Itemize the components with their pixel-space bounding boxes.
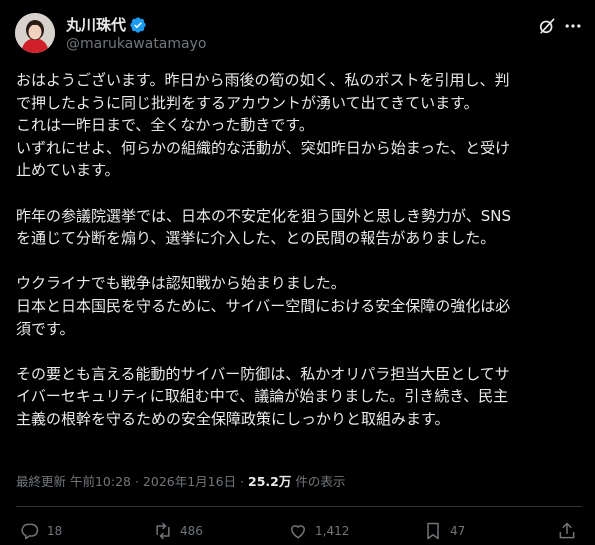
repost-button[interactable]: 486 (153, 521, 203, 541)
reply-button[interactable]: 18 (20, 521, 62, 541)
post-line: 止めています。 (16, 161, 120, 180)
post-line: イバーセキュリティに取組む中で、議論が始まりました。引き続き、民主 (16, 387, 509, 406)
post-text: おはようございます。昨日から雨後の筍の如く、私のポストを引用し、判 で押したよう… (16, 69, 582, 431)
post-line: で押したように同じ批判をするアカウントが湧いて出てきています。 (16, 93, 479, 112)
timestamp[interactable]: 最終更新 午前10:28 · 2026年1月16日 · (16, 474, 248, 489)
post-line: おはようございます。昨日から雨後の筍の如く、私のポストを引用し、判 (16, 71, 510, 89)
avatar[interactable] (15, 13, 55, 53)
post-line: 日本と日本国民を守るために、サイバー空間における安全保障の強化は必 (16, 296, 511, 315)
post-line: 主義の根幹を守るための安全保障政策にしっかりと取組みます。 (16, 409, 450, 428)
bookmark-icon (427, 522, 439, 540)
reply-count: 18 (47, 524, 63, 538)
author-name[interactable]: 丸川珠代 (66, 14, 126, 35)
post-line: ウクライナでも戦争は認知戦から始まりました。 (16, 274, 346, 293)
more-icon[interactable] (563, 16, 583, 36)
like-button[interactable]: 1,412 (288, 521, 349, 541)
bookmark-count: 47 (450, 524, 466, 538)
view-label: 件の表示 (291, 474, 346, 489)
verified-badge-icon (130, 16, 146, 33)
heart-icon (291, 525, 305, 539)
divider (16, 506, 582, 507)
bookmark-button[interactable]: 47 (423, 521, 465, 541)
like-count: 1,412 (315, 524, 350, 538)
post-line: を通じて分断を煽り、選挙に介入した、との民間の報告がありました。 (16, 229, 496, 248)
post-meta: 最終更新 午前10:28 · 2026年1月16日 · 25.2万 件の表示 (16, 471, 345, 490)
post-line: その要とも言える能動的サイバー防御は、私かオリパラ担当大臣としてサ (16, 364, 510, 383)
share-button[interactable] (557, 521, 577, 541)
grok-icon[interactable] (537, 16, 557, 36)
repost-count: 486 (180, 524, 203, 538)
share-icon (559, 522, 575, 539)
post-line: 昨年の参議院選挙では、日本の不安定化を狙う国外と思しき勢力が、SNS (16, 206, 511, 225)
view-count: 25.2万 (248, 474, 292, 489)
avatar-image (15, 13, 55, 53)
author-name-row[interactable]: 丸川珠代 (66, 14, 147, 35)
post-line: 須です。 (16, 319, 75, 338)
repost-icon (156, 522, 170, 540)
post-line: いずれにせよ、何らかの組織的な活動が、突如昨日から始まった、と受け (16, 138, 511, 157)
post-line: これは一昨日まで、全くなかった動きです。 (16, 116, 314, 135)
post: 丸川珠代 @marukawatamayo おはようございます。昨日から雨後の筍の… (0, 0, 595, 545)
author-handle[interactable]: @marukawatamayo (66, 36, 206, 52)
reply-icon (21, 523, 39, 540)
